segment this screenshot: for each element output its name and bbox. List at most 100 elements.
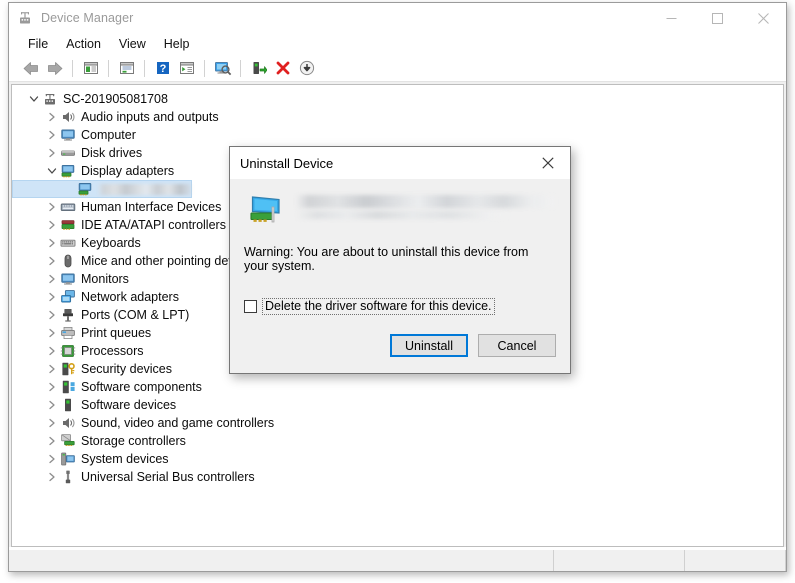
chevron-right-icon[interactable] [44,217,60,233]
chevron-right-icon[interactable] [44,433,60,449]
chevron-right-icon[interactable] [44,361,60,377]
chevron-right-icon[interactable] [44,451,60,467]
close-icon[interactable] [740,3,786,33]
chevron-right-icon[interactable] [44,379,60,395]
tree-item-label: Storage controllers [81,434,186,448]
port-icon [60,307,76,323]
dialog-device-name [296,195,556,219]
tree-row-software-components[interactable]: Software components [12,378,783,396]
cancel-button[interactable]: Cancel [478,334,556,357]
maximize-icon[interactable] [694,3,740,33]
statusbar-main [9,550,554,571]
scan-for-hardware-changes-icon[interactable] [211,57,234,79]
help-icon[interactable]: ? [151,57,174,79]
display-adapter-icon [248,193,282,227]
redacted-device-name-line2 [296,211,510,219]
processor-icon [60,343,76,359]
display-adapter-icon [60,163,76,179]
delete-driver-checkbox-row[interactable]: Delete the driver software for this devi… [244,298,556,315]
chevron-right-icon[interactable] [44,253,60,269]
menu-item-view[interactable]: View [110,35,155,53]
toolbar-separator [240,59,241,77]
dialog-button-row: Uninstall Cancel [230,334,570,373]
speaker-icon [60,415,76,431]
tree-row-audio-inputs-and-outputs[interactable]: Audio inputs and outputs [12,108,783,126]
tree-row-selected-display-adapter[interactable] [12,180,192,198]
tree-item-label: Sound, video and game controllers [81,416,275,430]
tree-item-label: Human Interface Devices [81,200,222,214]
svg-text:?: ? [159,63,166,75]
redacted-device-name-line1 [296,195,556,208]
software-device-icon [60,397,76,413]
dialog-warning-text: Warning: You are about to uninstall this… [244,245,529,273]
disk-drive-icon [60,145,76,161]
tree-item-label: Display adapters [81,164,175,178]
tree-item-label: Ports (COM & LPT) [81,308,190,322]
show-hide-console-tree-icon[interactable] [79,57,102,79]
tree-row-universal-serial-bus-controllers[interactable]: Universal Serial Bus controllers [12,468,783,486]
uninstall-button[interactable]: Uninstall [390,334,468,357]
tree-row-sound-video-and-game-controllers[interactable]: Sound, video and game controllers [12,414,783,432]
menu-item-help[interactable]: Help [155,35,199,53]
tree-row-root[interactable]: SC-201905081708 [12,90,783,108]
disable-device-icon[interactable] [295,57,318,79]
system-device-icon [60,451,76,467]
menu-item-file[interactable]: File [19,35,57,53]
menu-item-action[interactable]: Action [57,35,110,53]
delete-driver-checkbox[interactable] [244,300,257,313]
chevron-right-icon[interactable] [44,127,60,143]
display-adapter-icon [77,181,93,197]
statusbar-section-a [554,550,685,571]
tree-row-system-devices[interactable]: System devices [12,450,783,468]
show-hide-action-pane-icon[interactable] [175,57,198,79]
chevron-right-icon[interactable] [44,343,60,359]
window-titlebar[interactable]: Device Manager [9,3,786,33]
forward-icon[interactable] [43,57,66,79]
tree-row-computer[interactable]: Computer [12,126,783,144]
dialog-title: Uninstall Device [240,155,334,171]
chevron-right-icon[interactable] [44,235,60,251]
properties-icon[interactable] [115,57,138,79]
toolbar: ? [9,55,786,82]
tree-item-label: IDE ATA/ATAPI controllers [81,218,226,232]
usb-controller-icon [60,469,76,485]
tree-item-label: Computer [81,128,136,142]
mouse-icon [60,253,76,269]
minimize-icon[interactable] [648,3,694,33]
network-adapter-icon [60,289,76,305]
chevron-right-icon[interactable] [44,415,60,431]
chevron-right-icon[interactable] [44,145,60,161]
toolbar-separator [72,59,73,77]
uninstall-device-icon[interactable] [271,57,294,79]
tree-row-software-devices[interactable]: Software devices [12,396,783,414]
chevron-right-icon[interactable] [44,307,60,323]
security-device-icon [60,361,76,377]
chevron-right-icon[interactable] [44,397,60,413]
tree-item-label: Software devices [81,398,177,412]
device-manager-icon [17,10,33,26]
speaker-icon [60,109,76,125]
redacted-device-name [98,183,191,195]
chevron-down-icon[interactable] [26,91,42,107]
chevron-right-icon[interactable] [44,109,60,125]
tree-item-label: Monitors [81,272,129,286]
back-icon[interactable] [19,57,42,79]
delete-driver-checkbox-label[interactable]: Delete the driver software for this devi… [262,298,495,315]
dialog-titlebar[interactable]: Uninstall Device [230,147,570,179]
chevron-right-icon[interactable] [44,325,60,341]
monitor-icon [60,271,76,287]
chevron-down-icon[interactable] [44,163,60,179]
window-controls [648,3,786,33]
window-title: Device Manager [41,11,134,25]
software-component-icon [60,379,76,395]
tree-item-label: Software components [81,380,202,394]
update-driver-icon[interactable] [247,57,270,79]
close-icon[interactable] [526,147,570,179]
chevron-right-icon[interactable] [44,271,60,287]
tree-row-storage-controllers[interactable]: Storage controllers [12,432,783,450]
chevron-right-icon[interactable] [44,469,60,485]
tree-item-label: System devices [81,452,169,466]
chevron-right-icon[interactable] [44,199,60,215]
tree-item-label: Security devices [81,362,173,376]
chevron-right-icon[interactable] [44,289,60,305]
